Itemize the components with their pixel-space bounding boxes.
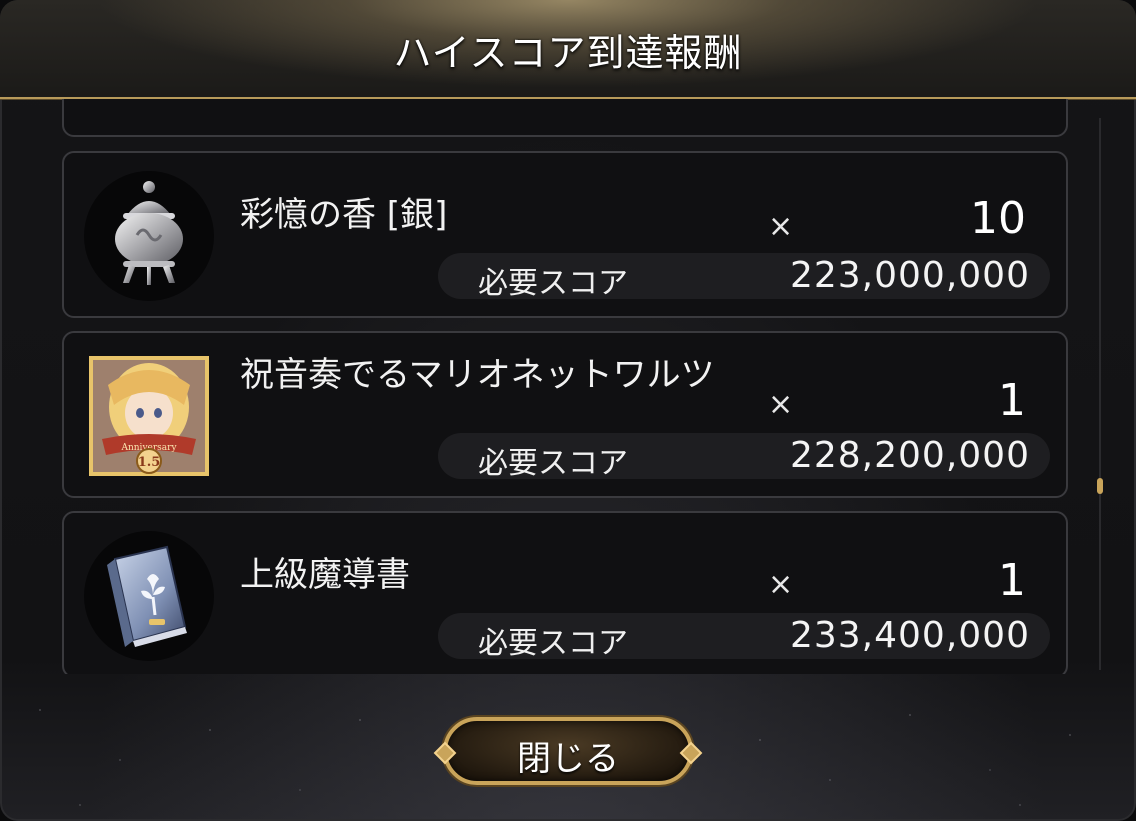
dialog-title: ハイスコア到達報酬 [393, 31, 743, 75]
multiply-sign: × [768, 567, 794, 602]
reward-card: Anniversary 1.5 祝音奏でるマリオネットワルツ × 1 必要スコア… [62, 331, 1068, 498]
reward-item-name: 上級魔導書 [240, 555, 410, 595]
required-score-label: 必要スコア [478, 266, 628, 301]
required-score-bar: 必要スコア 223,000,000 [438, 253, 1050, 301]
required-score-value: 228,200,000 [789, 435, 1030, 476]
reward-quantity: 1 [998, 375, 1026, 426]
required-score-bar: 必要スコア 228,200,000 [438, 433, 1050, 481]
reward-card: 上級魔導書 × 1 必要スコア 233,400,000 [62, 511, 1068, 674]
reward-quantity: 10 [970, 193, 1026, 244]
reward-quantity: 1 [998, 555, 1026, 606]
scrollbar-track[interactable] [1099, 118, 1101, 670]
scrollbar-thumb[interactable] [1097, 478, 1103, 494]
reward-item-name: 彩憶の香 [銀] [240, 195, 448, 235]
anniversary-card-portrait-icon: Anniversary 1.5 [84, 351, 214, 481]
required-score-value: 223,000,000 [789, 255, 1030, 296]
reward-item-name: 祝音奏でるマリオネットワルツ [240, 355, 715, 395]
dialog-header: ハイスコア到達報酬 [0, 0, 1136, 99]
high-score-reward-dialog: ハイスコア到達報酬 彩憶の香 [銀] × 10 必要スコア 223,000,00… [0, 0, 1136, 821]
silver-incense-burner-icon [84, 171, 214, 301]
close-button[interactable]: 閉じる [433, 717, 703, 785]
reward-card-partial [62, 99, 1068, 137]
close-button-label: 閉じる [517, 739, 619, 779]
required-score-value: 233,400,000 [789, 615, 1030, 656]
card-badge-label: 1.5 [138, 455, 161, 470]
multiply-sign: × [768, 209, 794, 244]
reward-list[interactable]: 彩憶の香 [銀] × 10 必要スコア 223,000,000 1.5 祝音奏で… [62, 99, 1072, 674]
required-score-bar: 必要スコア 233,400,000 [438, 613, 1050, 661]
required-score-label: 必要スコア [478, 446, 628, 481]
multiply-sign: × [768, 387, 794, 422]
advanced-grimoire-book-icon [84, 531, 214, 661]
reward-card: 彩憶の香 [銀] × 10 必要スコア 223,000,000 [62, 151, 1068, 318]
required-score-label: 必要スコア [478, 626, 628, 661]
